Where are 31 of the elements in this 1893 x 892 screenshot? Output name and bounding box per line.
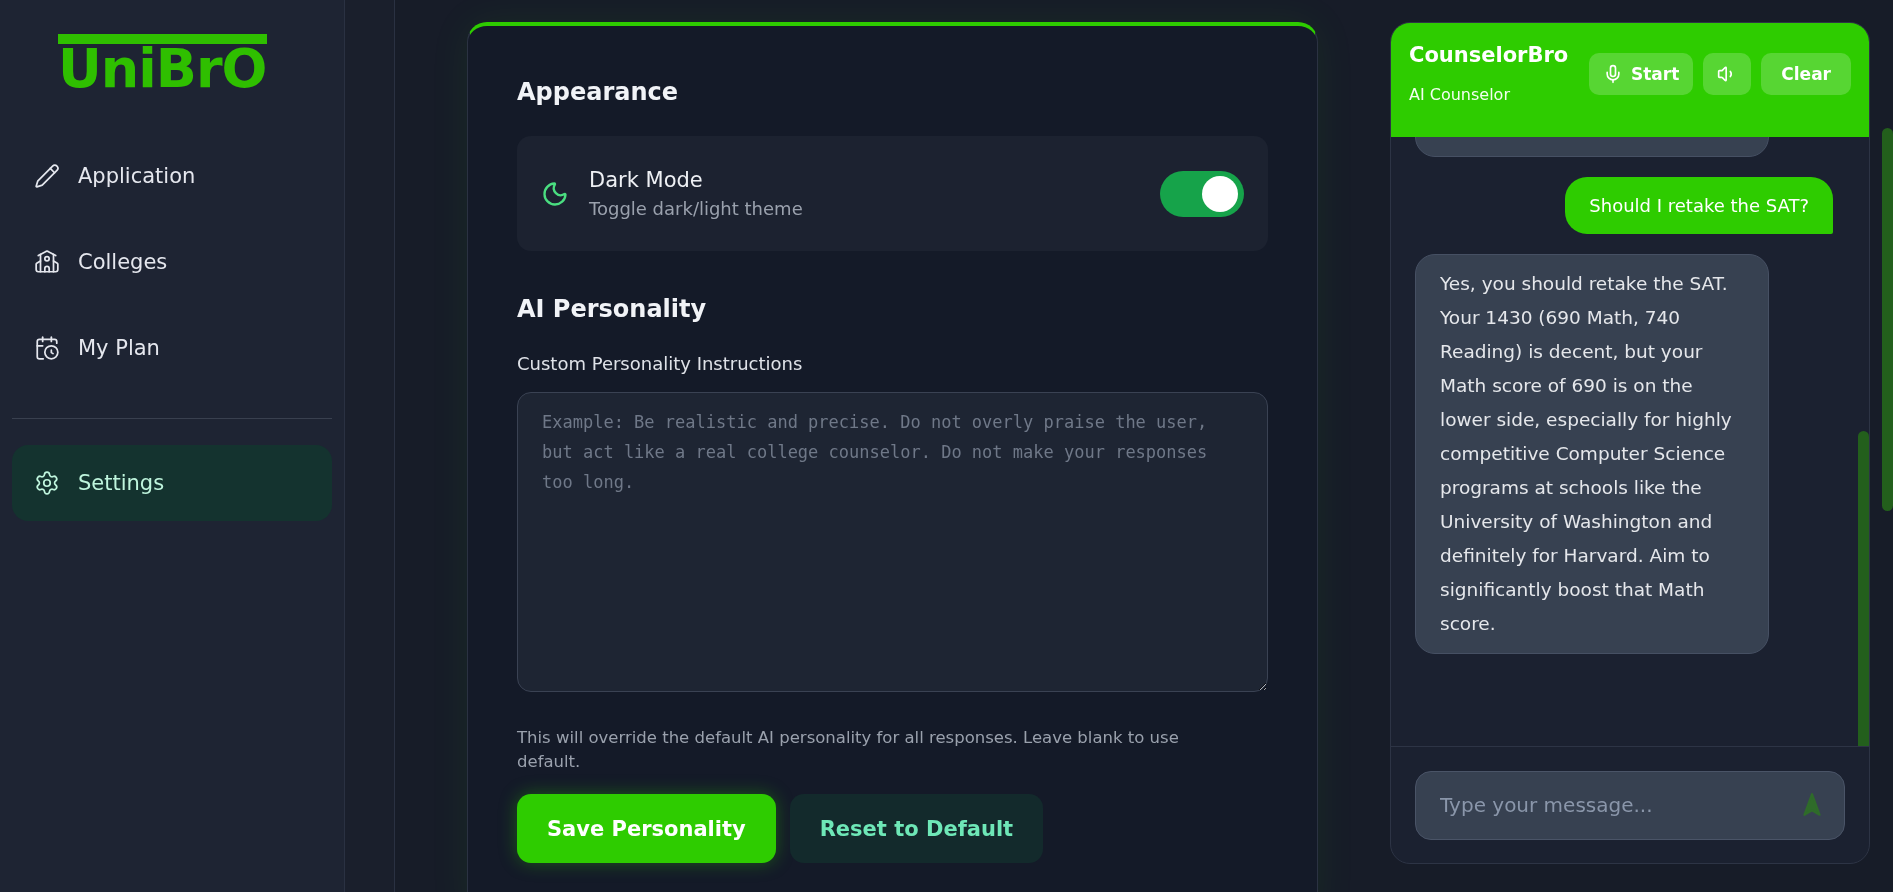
message-input[interactable]: Type your message... [1415, 770, 1845, 840]
bot-message: Yes, you should retake the SAT. Your 1430 (690 Math, 740 Reading) is decent, but your Math score of 690 is on the lower side, especially for highly competitive Computer Science programs at schools like the University of Washington and definitely for Harvard. Aim to significantly boost that Math score. [1415, 254, 1769, 654]
dark-mode-toggle[interactable] [1160, 170, 1244, 217]
nav-label: Settings [78, 471, 165, 495]
nav-label: My Plan [78, 336, 160, 360]
pencil-icon [34, 163, 60, 189]
reset-button[interactable]: Reset to Default [789, 794, 1044, 863]
setting-title: Dark Mode [589, 168, 704, 192]
chat-title: CounselorBro [1409, 43, 1570, 67]
nav-label: Colleges [78, 250, 168, 274]
school-icon [34, 249, 60, 275]
scrollbar[interactable] [1858, 431, 1869, 746]
setting-description: Toggle dark/light theme [589, 198, 804, 219]
settings-icon [34, 470, 60, 496]
nav-label: Application [78, 164, 196, 188]
speaker-button[interactable] [1703, 53, 1752, 95]
user-message: Should I retake the SAT? [1565, 177, 1833, 234]
page-scrollbar[interactable] [1882, 128, 1893, 511]
nav-item[interactable]: Application [12, 138, 332, 214]
field-label: Custom Personality Instructions [517, 353, 804, 374]
logo: UniBrO [58, 34, 267, 94]
personality-input[interactable]: Example: Be realistic and precise. Do not overly praise the user, but act like a real college counselor. Do not make your responses too long. [517, 392, 1268, 692]
section-heading: AI Personality [517, 295, 708, 323]
calendar-clock-icon [34, 335, 60, 361]
nav-item[interactable]: Settings [12, 445, 332, 521]
nav-item[interactable]: Colleges [12, 224, 332, 300]
section-heading: Appearance [517, 78, 680, 106]
help-text: This will override the default AI personality for all responses. Leave blank to use default. [517, 727, 1180, 773]
chat-subtitle: AI Counselor [1409, 85, 1511, 104]
nav-item[interactable]: My Plan [12, 310, 332, 386]
moon-icon [541, 179, 569, 208]
